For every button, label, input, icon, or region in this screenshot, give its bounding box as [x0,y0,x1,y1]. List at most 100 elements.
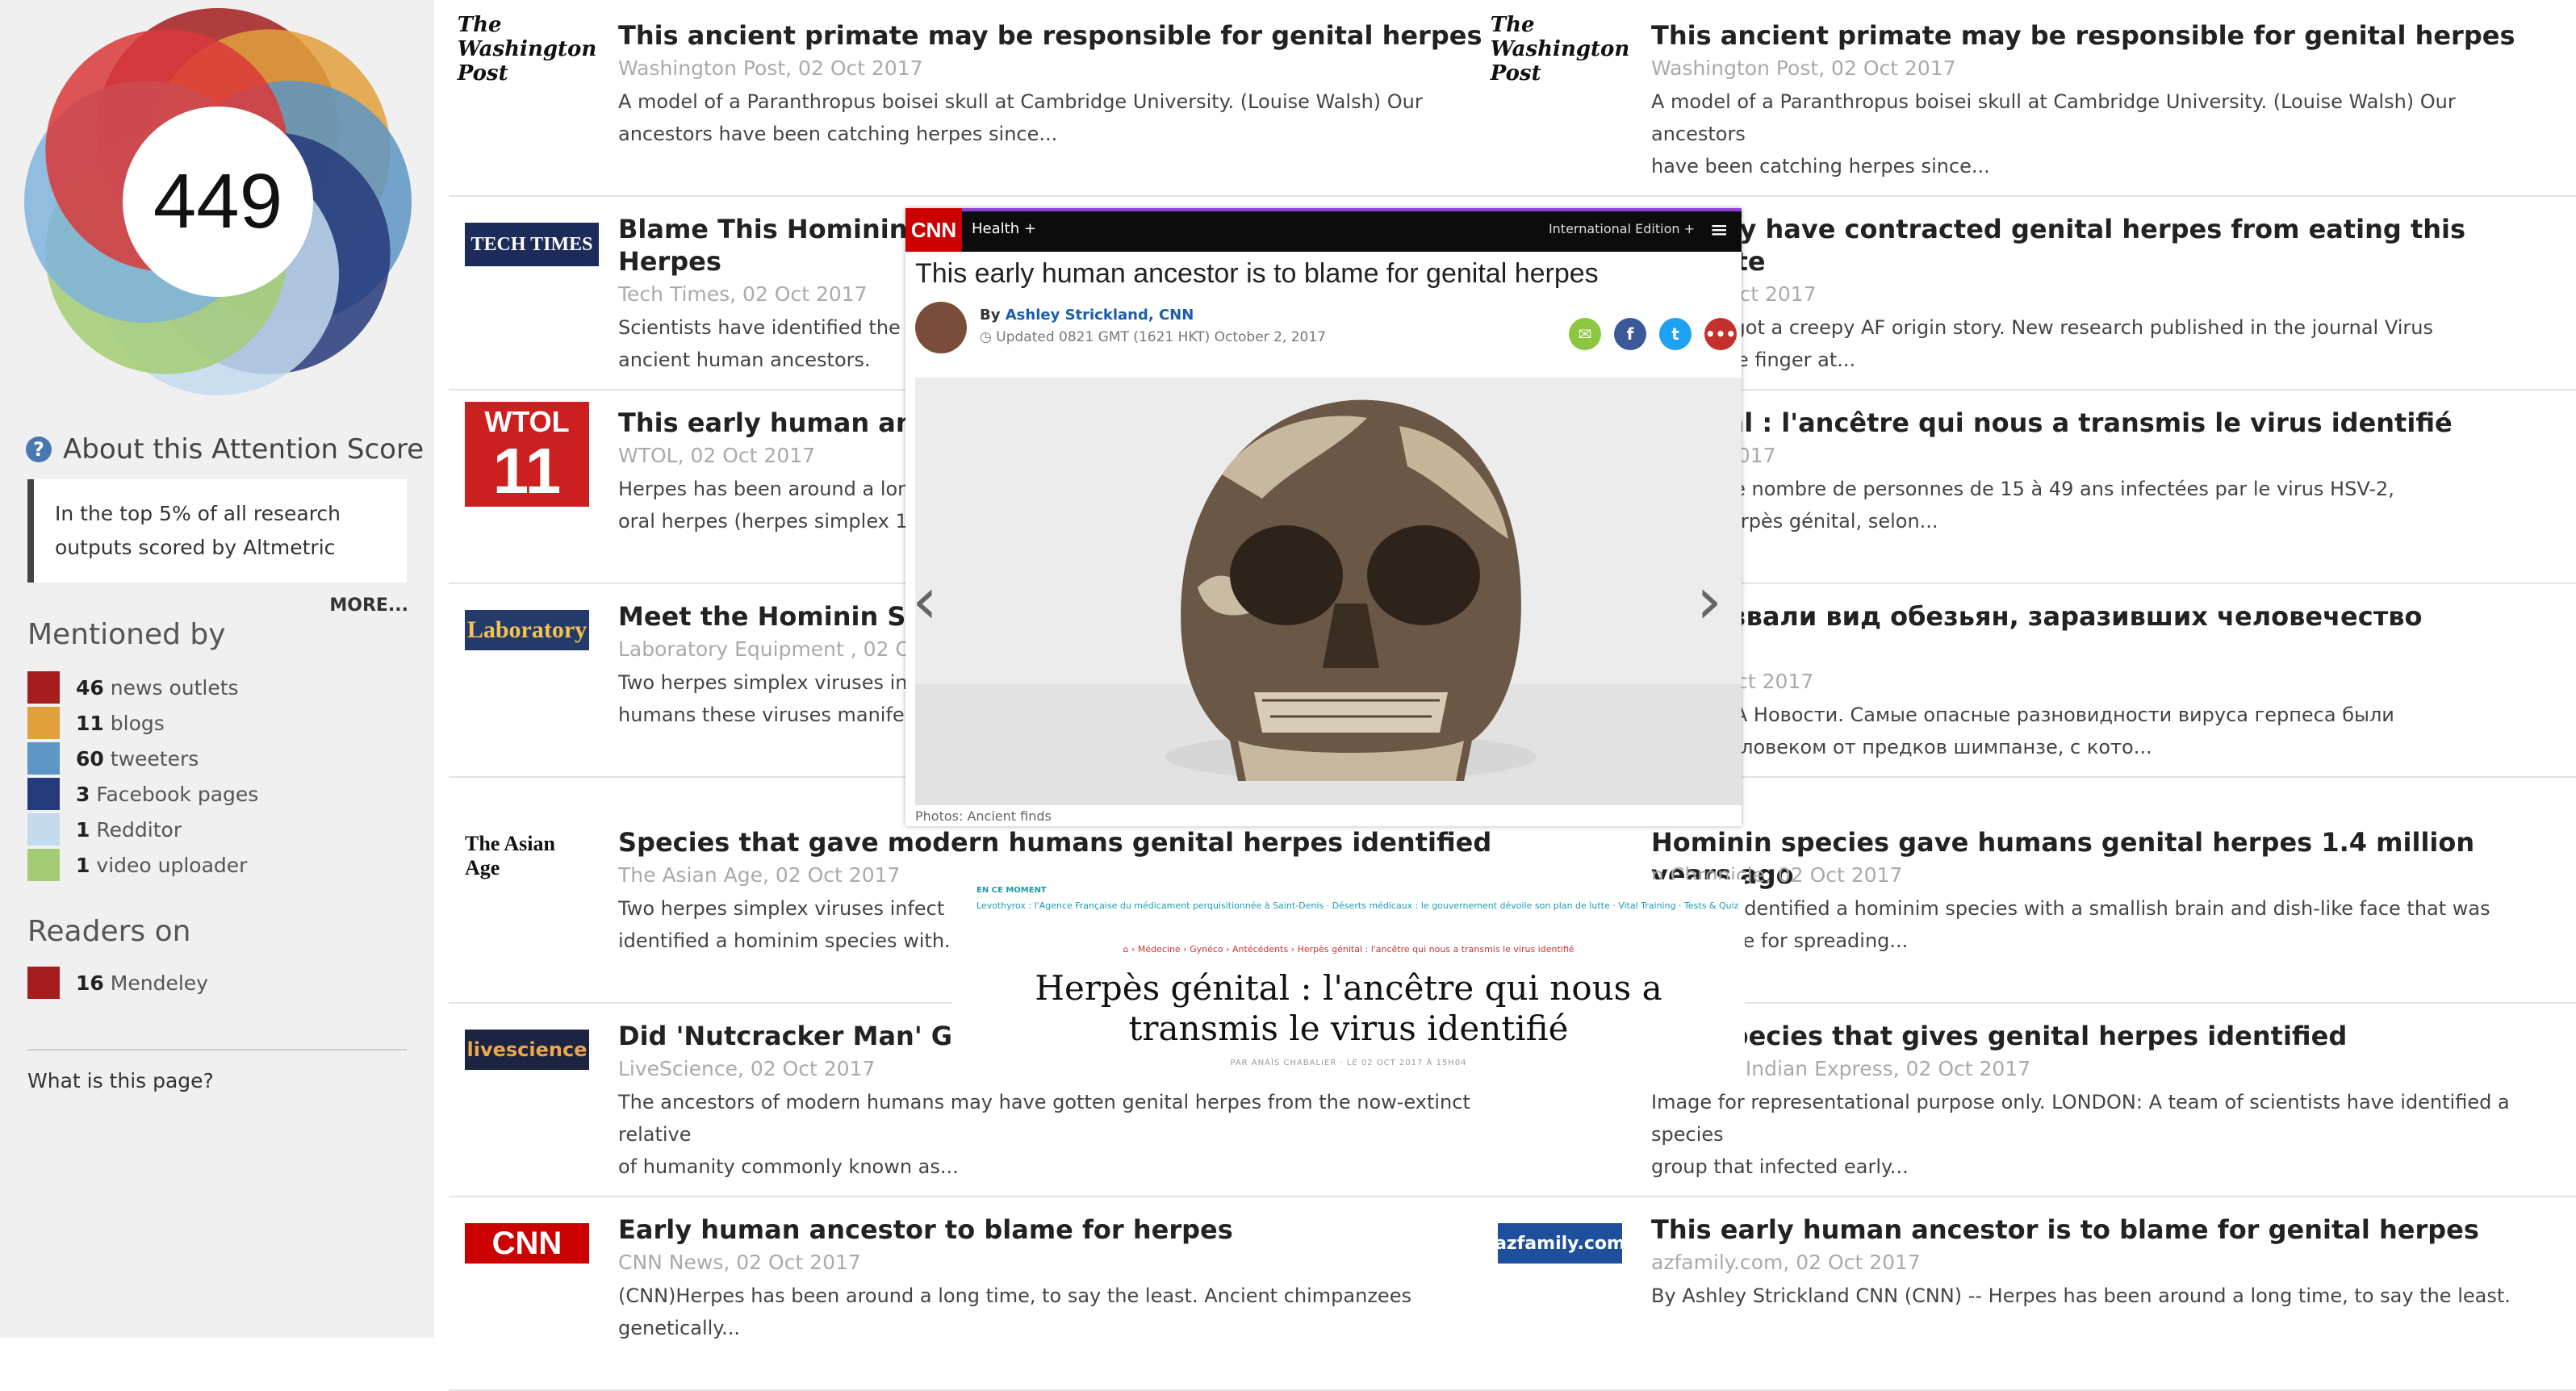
article-title-line[interactable]: ки назвали вид обезьян, заразивших челов… [1651,600,2555,633]
mention-label[interactable]: tweeters [111,747,199,771]
outlet-logo: azfamily.com [1495,1223,1625,1264]
french-article-preview[interactable]: EN CE MOMENT Levothyrox : l'Agence Franç… [952,879,1745,1081]
mention-label[interactable]: blogs [111,712,165,735]
attention-sidebar: 449 ? About this Attention Score In the … [0,0,434,1338]
snippet-line: s. C'est le nombre de personnes de 15 à … [1651,478,2394,500]
snippet-line: of humanity commonly known as... [618,1155,959,1178]
article-source: Washington Post, 02 Oct 2017 [1651,56,1956,80]
snippet-line: Image for representational purpose only.… [1651,1091,2510,1146]
photo-caption: Photos: Ancient finds [915,808,1052,824]
article-title-line[interactable]: inin species that gives genital herpes i… [1651,1020,2555,1052]
about-score-title[interactable]: About this Attention Score [63,433,424,466]
article-title[interactable]: an may have contracted genital herpes fr… [1651,213,2555,278]
cnn-nav-stripe [905,208,1742,211]
top-percentile-box: In the top 5% of all research outputs sc… [27,479,407,583]
article-title-line[interactable]: This ancient primate may be responsible … [1651,19,2555,52]
snippet-line: (CNN)Herpes has been around a long time,… [618,1284,1411,1339]
article-title-line[interactable]: This early human ancestor is to blame fo… [1651,1213,2555,1246]
article-title-line[interactable]: This ancient primate may be responsible … [618,19,1522,52]
news-article-item[interactable]: The Washington Post This ancient primate … [449,0,1546,197]
question-icon[interactable]: ? [26,437,52,462]
previous-photo-arrow[interactable]: ‹ [912,563,938,638]
article-title[interactable]: inin species that gives genital herpes i… [1651,1020,2555,1052]
email-share-icon[interactable]: ✉ [1569,318,1601,350]
mention-label[interactable]: video uploader [96,854,247,877]
outlet-logo: The Washington Post [457,13,597,86]
sidebar-divider [27,1049,407,1051]
what-is-this-page-link[interactable]: What is this page? [27,1069,214,1092]
snippet-line: esponsible for spreading... [1651,929,1909,952]
mention-row[interactable]: 1 video uploader [27,847,258,883]
mention-color-swatch [27,813,60,846]
cnn-article-preview[interactable]: CNN Health + International Edition + ≡ T… [905,208,1742,826]
reader-row[interactable]: 16 Mendeley [27,965,208,1000]
cnn-headline: This early human ancestor is to blame fo… [915,258,1599,289]
twitter-share-icon[interactable]: t [1659,318,1692,350]
article-snippet: The ancestors of modern humans may have … [618,1086,1522,1183]
cnn-edition-menu[interactable]: International Edition + [1549,221,1695,236]
mention-row[interactable]: 46 news outlets [27,670,258,705]
article-title-line[interactable]: an may have contracted genital herpes fr… [1651,213,2555,245]
article-title[interactable]: Species that gave modern humans genital … [618,826,1522,858]
article-title-line[interactable]: primate [1651,245,2555,278]
article-title[interactable]: This ancient primate may be responsible … [618,19,1522,52]
article-title[interactable]: Early human ancestor to blame for herpes [618,1213,1522,1246]
mention-count: 46 [76,675,104,700]
next-photo-arrow[interactable]: › [1696,563,1722,638]
outlet-logo: WTOL 11 [465,402,589,507]
snippet-line: group that infected early... [1651,1155,1909,1178]
outlet-logo: livescience [465,1030,589,1070]
snippet-line: pes just got a creepy AF origin story. N… [1651,316,2433,339]
about-score-row[interactable]: ? About this Attention Score [26,429,424,470]
article-title-line[interactable]: Species that gave modern humans genital … [618,826,1522,858]
mention-row[interactable]: 1 Redditor [27,812,258,847]
reader-label[interactable]: Mendeley [111,971,208,995]
news-article-item[interactable]: The Washington Post This ancient primate … [1482,0,2576,197]
snippet-line: By Ashley Strickland CNN (CNN) -- Herpes… [1651,1284,2511,1307]
article-title[interactable]: This early human ancestor is to blame fo… [1651,1213,2555,1246]
more-link[interactable]: MORE... [329,595,408,616]
snippet-line: sts have identified a hominim species wi… [1651,897,2490,920]
fr-headline: Herpès génital : l'ancêtre qui nous a tr… [952,968,1745,1049]
hamburger-icon[interactable]: ≡ [1710,216,1729,243]
mentioned-by-heading: Mentioned by [27,618,226,651]
article-title[interactable]: ки назвали вид обезьян, заразивших челов… [1651,600,2555,665]
mention-count: 3 [76,782,90,806]
mention-label[interactable]: news outlets [111,676,239,700]
facebook-share-icon[interactable]: f [1614,318,1646,350]
cnn-section-menu[interactable]: Health + [972,220,1036,237]
reader-color-swatch [27,967,60,999]
snippet-line: окт – РИА Новости. Самые опасные разнови… [1651,704,2394,726]
mention-row[interactable]: 11 blogs [27,705,258,741]
article-title-line[interactable]: Early human ancestor to blame for herpes [618,1213,1522,1246]
author-link[interactable]: Ashley Strickland, CNN [1006,307,1194,324]
mention-row[interactable]: 60 tweeters [27,741,258,776]
article-title[interactable]: génital : l'ancêtre qui nous a transmis … [1651,407,2555,439]
mention-label[interactable]: Facebook pages [96,783,258,806]
snippet-line: ваны" человеком от предков шимпанзе, с к… [1651,736,2152,758]
mention-color-swatch [27,849,60,881]
more-share-icon[interactable]: ••• [1704,318,1737,350]
fr-breadcrumb[interactable]: ⌂ › Médecine › Gynéco › Antécédents › He… [952,944,1745,954]
mention-color-swatch [27,742,60,775]
article-source: WTOL, 02 Oct 2017 [618,444,816,467]
article-title-line[interactable]: м [1651,633,2555,665]
readers-on-heading: Readers on [27,915,191,948]
news-article-item[interactable]: CNN Early human ancestor to blame for her… [449,1194,1546,1391]
article-title-line[interactable]: génital : l'ancêtre qui nous a transmis … [1651,407,2555,439]
fr-nav-links[interactable]: Levothyrox : l'Agence Française du médic… [976,900,1738,911]
news-article-item[interactable]: azfamily.com This early human ancestor is… [1482,1194,2576,1391]
snippet-line: e de l' herpès génital, selon... [1651,510,1938,533]
mention-row[interactable]: 3 Facebook pages [27,776,258,812]
cnn-logo[interactable]: CNN [905,208,962,252]
snippet-line: points the finger at... [1651,349,1856,371]
article-snippet: окт – РИА Новости. Самые опасные разнови… [1651,699,2555,763]
article-source: CNN News, 02 Oct 2017 [618,1251,861,1274]
outlet-logo: The Washington Post [1490,13,1630,86]
mention-label[interactable]: Redditor [96,818,182,842]
snippet-line: A model of a Paranthropus boisei skull a… [618,90,1423,145]
byline-prefix: By [980,307,1001,324]
outlet-logo: The Asian Age [465,832,555,879]
article-title[interactable]: This ancient primate may be responsible … [1651,19,2555,52]
reader-count: 16 [76,971,104,995]
